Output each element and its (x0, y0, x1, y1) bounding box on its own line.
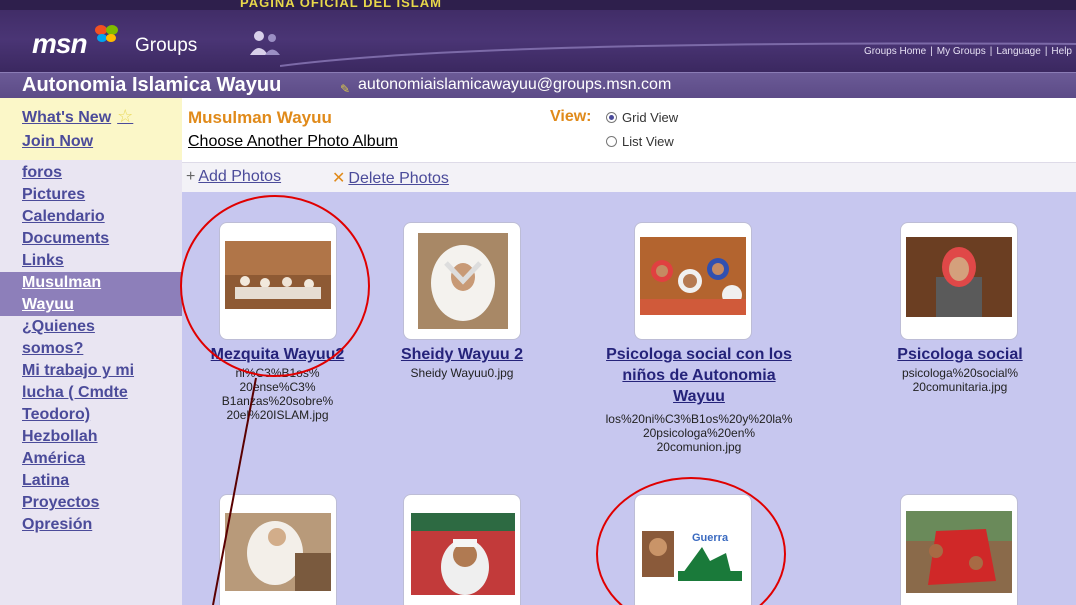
star-icon: ☆ (117, 106, 134, 126)
photo-title[interactable]: Psicologa social con los niños de Autonom… (554, 344, 844, 407)
header-links: Groups Home | My Groups | Language | Help (863, 46, 1072, 57)
msn-header: PAGINA OFICIAL DEL ISLAM msn Groups Grou… (0, 0, 1076, 72)
photo-thumbnail[interactable]: Guerra (640, 515, 746, 591)
sidebar-item-hezbollah-line2[interactable]: América (0, 448, 182, 470)
top-strip (0, 0, 1076, 10)
photo-grid: Mezquita Wayuu2 ni%C3%B1os% 20ense%C3% B1a… (182, 192, 1076, 605)
photo-filename: los%20ni%C3%B1os%20y%20la% 20psicologa%20… (605, 412, 793, 454)
photo-thumbnail[interactable] (225, 241, 331, 309)
sidebar-item-mi-trabajo[interactable]: Mi trabajo y mi (0, 360, 182, 382)
photo-frame[interactable] (900, 222, 1018, 340)
msn-butterfly-icon (95, 25, 118, 42)
photo-thumbnail[interactable] (225, 513, 331, 591)
photo-thumbnail[interactable] (906, 511, 1012, 593)
photo-title[interactable]: Mezquita Wayuu2 (182, 344, 373, 365)
sidebar-item-opresion[interactable]: Opresión (0, 514, 182, 536)
groups-home-link[interactable]: Groups Home (864, 46, 926, 57)
sidebar-item-musulman-wayuu-line2[interactable]: Wayuu (0, 294, 182, 316)
sidebar-item-proyectos[interactable]: Proyectos (0, 492, 182, 514)
photo-toolbar: + Add Photos ✕ Delete Photos (182, 162, 1076, 192)
photo-frame[interactable] (403, 222, 521, 340)
sidebar-item-pictures[interactable]: Pictures (0, 184, 182, 206)
photo-thumbnail[interactable] (640, 237, 746, 315)
radio-icon (606, 136, 617, 147)
sidebar-item-quienes-somos-line2[interactable]: somos? (0, 338, 182, 360)
edit-pencil-icon[interactable]: ✎ (340, 82, 350, 96)
delete-x-icon: ✕ (332, 170, 346, 187)
help-link[interactable]: Help (1051, 46, 1072, 57)
sidebar-item-mi-trabajo-line2[interactable]: lucha ( Cmdte (0, 382, 182, 404)
photo-title[interactable]: Sheidy Wayuu 2 (372, 344, 552, 365)
photo-frame[interactable] (219, 222, 337, 340)
sidebar-item-musulman-wayuu[interactable]: Musulman (0, 272, 182, 294)
photo-frame[interactable] (403, 494, 521, 605)
sidebar-item-documents[interactable]: Documents (0, 228, 182, 250)
sidebar-actions: What's New ☆ Join Now (0, 98, 182, 160)
sidebar-item-calendario[interactable]: Calendario (0, 206, 182, 228)
delete-photos-button[interactable]: ✕ Delete Photos (332, 168, 449, 188)
sidebar-item-links[interactable]: Links (0, 250, 182, 272)
album-title: Musulman Wayuu (188, 108, 332, 127)
thumbnail-caption: Guerra (692, 532, 729, 544)
sidebar-item-foros[interactable]: foros (0, 162, 182, 184)
sidebar-item-hezbollah[interactable]: Hezbollah (0, 426, 182, 448)
list-view-radio[interactable]: List View (606, 134, 674, 149)
photo-frame[interactable] (219, 494, 337, 605)
grid-view-radio[interactable]: Grid View (606, 110, 678, 125)
photo-frame[interactable] (900, 494, 1018, 605)
group-email: autonomiaislamicawayuu@groups.msn.com (358, 76, 672, 93)
photo-thumbnail[interactable] (418, 233, 508, 329)
group-title-bar: Autonomia Islamica Wayuu ✎ autonomiaisla… (0, 72, 1076, 98)
msn-logo[interactable]: msn (32, 28, 88, 60)
photo-filename: Sheidy Wayuu0.jpg (410, 366, 514, 380)
photo-thumbnail[interactable] (411, 513, 515, 595)
plus-icon: + (186, 168, 196, 185)
groups-logo-text: Groups (135, 35, 198, 56)
radio-selected-icon (606, 112, 617, 123)
sidebar-item-mi-trabajo-line3[interactable]: Teodoro) (0, 404, 182, 426)
sidebar-item-hezbollah-line3[interactable]: Latina (0, 470, 182, 492)
whats-new-link[interactable]: What's New ☆ (22, 104, 182, 130)
photo-filename: ni%C3%B1os% 20ense%C3% B1anzas%20sobre% 20e… (221, 366, 334, 422)
sidebar-nav: foros Pictures Calendario Documents Link… (0, 160, 182, 605)
join-now-link[interactable]: Join Now (22, 130, 182, 154)
choose-album-link[interactable]: Choose Another Photo Album (188, 133, 398, 151)
album-header: Musulman Wayuu Choose Another Photo Albu… (182, 98, 1076, 162)
site-banner: PAGINA OFICIAL DEL ISLAM (240, 0, 442, 10)
add-photos-button[interactable]: + Add Photos (186, 168, 281, 186)
my-groups-link[interactable]: My Groups (937, 46, 986, 57)
sidebar-item-quienes-somos[interactable]: ¿Quienes (0, 316, 182, 338)
photo-frame[interactable]: Guerra (634, 494, 752, 605)
sidebar: What's New ☆ Join Now foros Pictures Cale… (0, 98, 182, 605)
view-label: View: (550, 108, 592, 125)
photo-frame[interactable] (634, 222, 752, 340)
language-link[interactable]: Language (996, 46, 1041, 57)
people-icon (250, 31, 280, 55)
photo-title[interactable]: Psicologa social (844, 344, 1076, 365)
group-name[interactable]: Autonomia Islamica Wayuu (22, 74, 281, 97)
photo-thumbnail[interactable] (906, 237, 1012, 317)
photo-filename: psicologa%20social% 20comunitaria.jpg (901, 366, 1019, 394)
